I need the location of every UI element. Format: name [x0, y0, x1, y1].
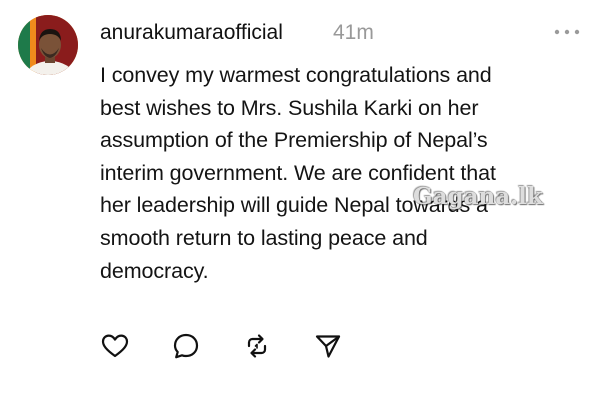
send-icon	[315, 335, 341, 358]
like-button[interactable]	[100, 331, 130, 361]
username[interactable]: anurakumaraofficial	[100, 20, 283, 46]
timestamp: 41m	[333, 21, 374, 44]
avatar-image	[18, 15, 78, 75]
repost-button[interactable]	[242, 331, 272, 361]
comment-icon	[173, 333, 199, 359]
more-options-button[interactable]	[552, 22, 582, 42]
repost-icon	[247, 334, 267, 358]
reply-button[interactable]	[171, 331, 201, 361]
avatar[interactable]	[18, 15, 78, 75]
heart-icon	[101, 334, 129, 358]
post-body-text: I convey my warmest congratulations and …	[100, 63, 496, 283]
post: anurakumaraofficial 41m I convey my warm…	[0, 0, 600, 400]
share-button[interactable]	[313, 331, 343, 361]
more-horizontal-icon	[554, 29, 580, 35]
